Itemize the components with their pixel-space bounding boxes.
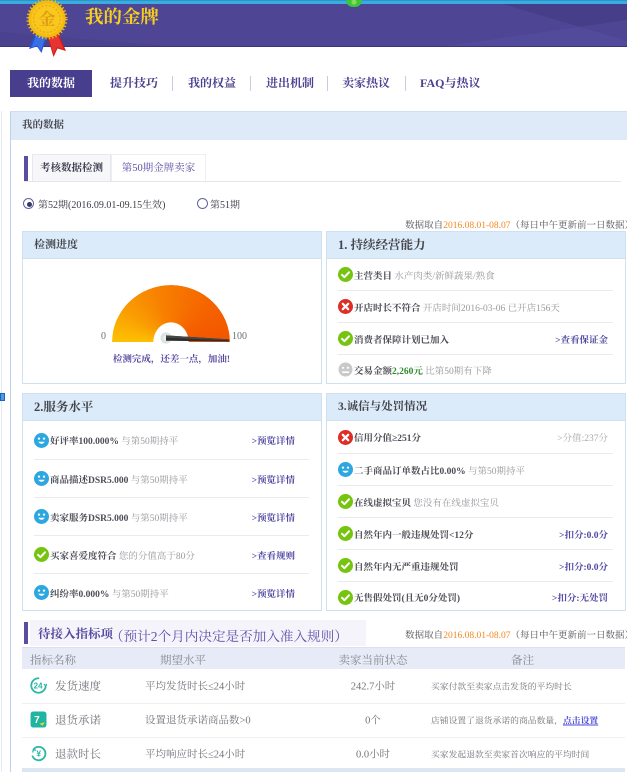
svg-text:24: 24 — [34, 682, 43, 691]
svg-text:¥: ¥ — [36, 749, 41, 759]
svg-text:7: 7 — [34, 715, 40, 726]
svg-text:金: 金 — [39, 5, 56, 30]
